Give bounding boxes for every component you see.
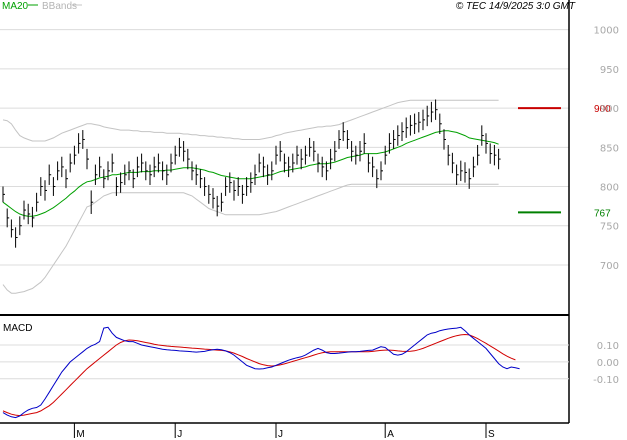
macd-y-tick-label: 0.00 [597, 358, 619, 369]
price-y-tick-label: 850 [600, 143, 619, 154]
legend: MA20 BBands © TEC 14/9/2025 3:0 GMT [2, 1, 576, 12]
macd-y-tick-label: -0.10 [593, 375, 619, 386]
support-level-label: 767 [594, 208, 611, 219]
copyright-text: © TEC 14/9/2025 3:0 GMT [456, 1, 576, 12]
bbands-legend-label: BBands [42, 1, 77, 12]
price-y-tick-label: 750 [600, 222, 619, 233]
macd-y-axis-ticks: 0.10 0.00 -0.10 [593, 341, 619, 386]
price-y-tick-label: 900 [600, 104, 619, 115]
macd-panel-title: MACD [3, 323, 32, 334]
x-axis-month-label: J [177, 429, 182, 440]
price-y-tick-label: 1000 [594, 26, 619, 37]
x-axis-month-label: S [488, 429, 495, 440]
macd-lines [2, 326, 520, 419]
macd-y-tick-label: 0.10 [597, 341, 619, 352]
macd-panel: 0.10 0.00 -0.10 [0, 326, 619, 419]
x-axis-month-label: M [76, 429, 84, 440]
macd-signal-line [2, 333, 516, 417]
stock-chart: 900 767 700 750 800 850 900 950 1000 0.10 0.00 -0… [0, 0, 619, 440]
price-y-tick-label: 800 [600, 183, 619, 194]
x-axis-months: MJJAS [73, 423, 495, 440]
x-axis-month-label: J [278, 429, 283, 440]
price-y-tick-label: 700 [600, 261, 619, 272]
price-y-axis-ticks: 700 750 800 850 900 950 1000 [594, 26, 619, 272]
price-y-tick-label: 950 [600, 65, 619, 76]
ma20-legend-label: MA20 [2, 1, 29, 12]
x-axis-month-label: A [387, 429, 394, 440]
price-panel: 900 767 700 750 800 850 900 950 1000 [0, 14, 619, 314]
